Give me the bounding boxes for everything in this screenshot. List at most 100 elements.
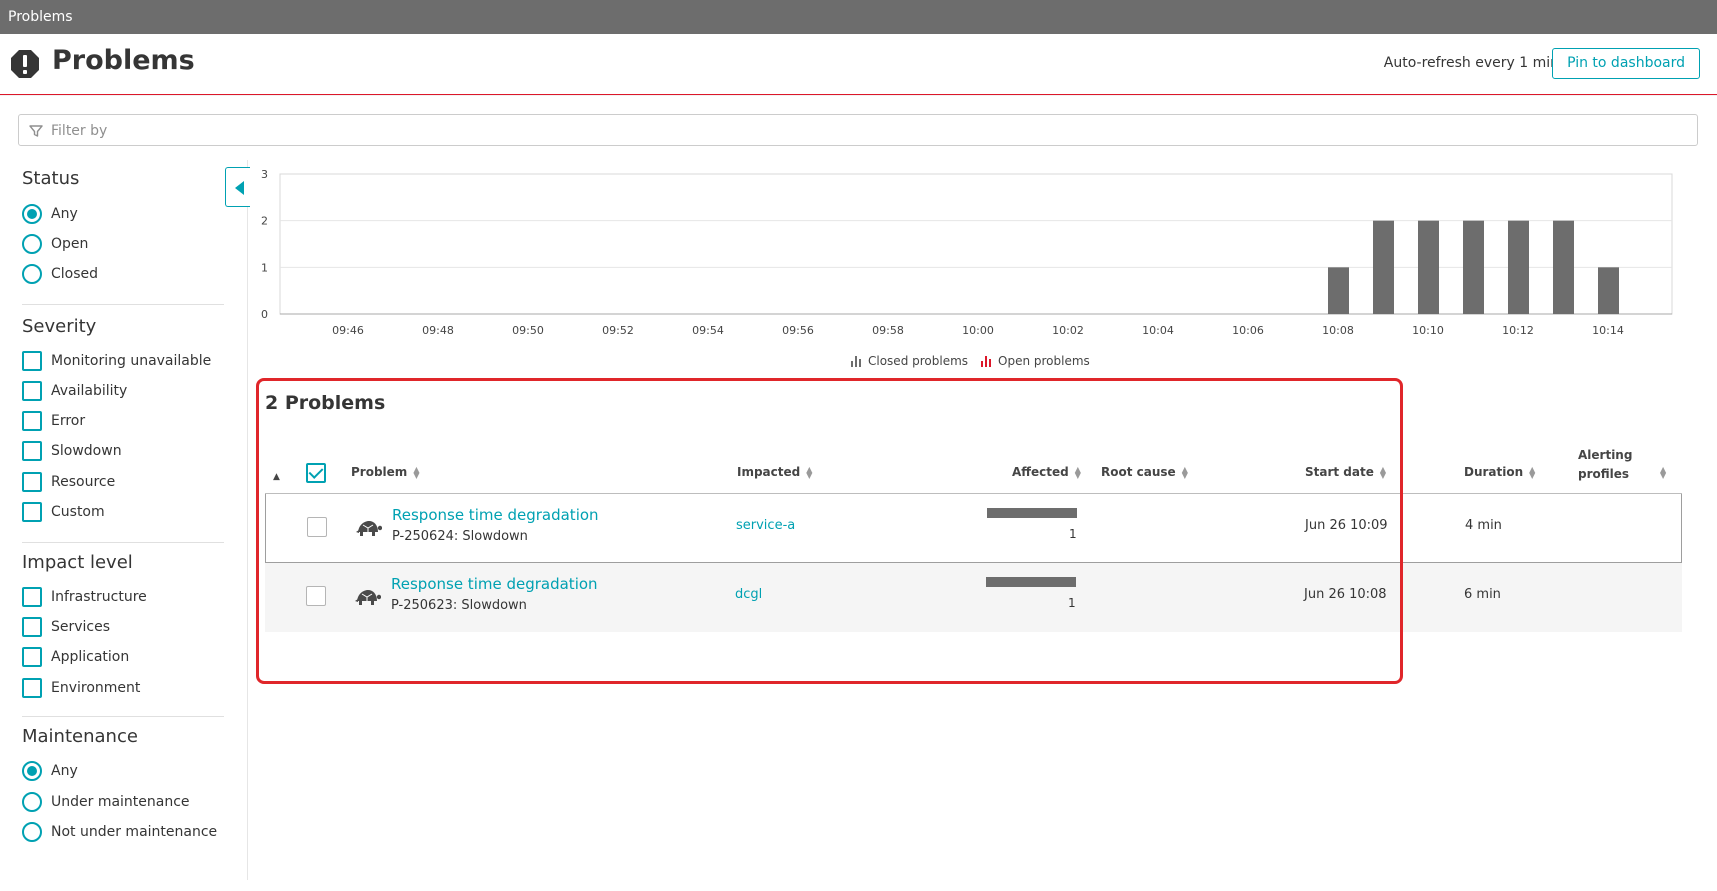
window-titlebar: Problems [0, 0, 1717, 34]
option-label: Services [51, 619, 111, 635]
open-problems-legend-icon [981, 355, 991, 367]
status-option-closed[interactable]: Closed [22, 263, 98, 285]
checkbox[interactable] [22, 351, 42, 371]
closed-problems-bar [1418, 220, 1439, 314]
column-label: profiles [1578, 467, 1630, 481]
divider [22, 716, 224, 717]
status-option-open[interactable]: Open [22, 233, 88, 255]
option-label: Not under maintenance [51, 824, 218, 840]
x-tick-label: 09:48 [422, 324, 454, 337]
legend-open-label: Open problems [998, 354, 1090, 368]
impact-option-environment[interactable]: Environment [22, 677, 140, 699]
alerting-sort-icon[interactable]: ▲ ▼ [1660, 465, 1666, 479]
severity-option-custom[interactable]: Custom [22, 501, 105, 523]
radio[interactable] [22, 792, 42, 812]
closed-problems-bar [1508, 220, 1529, 314]
filter-placeholder: Filter by [51, 123, 108, 139]
impact-option-application[interactable]: Application [22, 646, 129, 668]
option-label: Environment [51, 680, 141, 696]
filter-input[interactable]: Filter by [18, 114, 1698, 146]
severity-option-monitoring-unavailable[interactable]: Monitoring unavailable [22, 350, 211, 372]
radio[interactable] [22, 264, 42, 284]
checkbox[interactable] [22, 587, 42, 607]
maintenance-option-not-under[interactable]: Not under maintenance [22, 821, 217, 843]
impact-option-infrastructure[interactable]: Infrastructure [22, 586, 147, 608]
page-header: Problems Auto-refresh every 1 min Pin to… [0, 34, 1717, 95]
checkbox[interactable] [22, 441, 42, 461]
duration: 4 min [1465, 518, 1502, 533]
x-tick-label: 10:08 [1322, 324, 1354, 337]
y-tick-label: 2 [261, 215, 268, 228]
status-section-title: Status [22, 168, 80, 189]
x-tick-label: 09:46 [332, 324, 364, 337]
x-tick-label: 09:50 [512, 324, 544, 337]
checkbox[interactable] [22, 381, 42, 401]
filter-sidebar: Status Any Open Closed Severity Monitori… [0, 160, 248, 880]
maintenance-option-any[interactable]: Any [22, 760, 78, 782]
option-label: Custom [51, 504, 105, 520]
x-tick-label: 10:04 [1142, 324, 1174, 337]
x-tick-label: 09:58 [872, 324, 904, 337]
status-option-any[interactable]: Any [22, 203, 78, 225]
x-tick-label: 10:06 [1232, 324, 1264, 337]
x-tick-label: 09:54 [692, 324, 724, 337]
divider [22, 542, 224, 543]
duration: 6 min [1464, 587, 1501, 602]
option-label: Application [51, 649, 130, 665]
column-header-duration[interactable]: Duration ▲ ▼ [1464, 465, 1535, 479]
option-label: Resource [51, 474, 116, 490]
problem-alert-icon [11, 50, 39, 78]
x-tick-label: 10:12 [1502, 324, 1534, 337]
severity-option-resource[interactable]: Resource [22, 471, 115, 493]
checkbox[interactable] [22, 678, 42, 698]
pin-to-dashboard-button[interactable]: Pin to dashboard [1552, 48, 1700, 79]
severity-option-slowdown[interactable]: Slowdown [22, 440, 122, 462]
auto-refresh-label: Auto-refresh every 1 min [1383, 55, 1559, 71]
x-tick-label: 10:14 [1592, 324, 1624, 337]
option-label: Availability [51, 383, 128, 399]
impact-level-section-title: Impact level [22, 552, 133, 573]
maintenance-section-title: Maintenance [22, 726, 138, 747]
radio[interactable] [22, 822, 42, 842]
radio-selected[interactable] [22, 761, 42, 781]
option-label: Any [51, 763, 78, 779]
checkbox[interactable] [22, 502, 42, 522]
radio[interactable] [22, 234, 42, 254]
y-tick-label: 0 [261, 308, 268, 321]
severity-option-availability[interactable]: Availability [22, 380, 127, 402]
column-label: Duration [1464, 465, 1524, 479]
option-label: Infrastructure [51, 589, 147, 605]
option-label: Monitoring unavailable [51, 353, 212, 369]
closed-problems-bar [1373, 220, 1394, 314]
checkbox[interactable] [22, 617, 42, 637]
window-title: Problems [8, 9, 73, 25]
closed-problems-bar [1328, 267, 1349, 314]
option-label: Open [51, 236, 89, 252]
severity-option-error[interactable]: Error [22, 410, 85, 432]
y-tick-label: 1 [261, 261, 268, 274]
closed-problems-bar [1598, 267, 1619, 314]
y-tick-label: 3 [261, 168, 268, 181]
option-label: Under maintenance [51, 794, 190, 810]
legend-closed[interactable]: Closed problems [851, 354, 968, 368]
checkbox[interactable] [22, 647, 42, 667]
highlight-annotation-box [256, 378, 1403, 684]
collapse-sidebar-button[interactable] [225, 167, 250, 207]
sort-icon: ▲ ▼ [1529, 464, 1536, 480]
closed-problems-bar [1553, 220, 1574, 314]
option-label: Any [51, 206, 78, 222]
problems-chart: 0 1 2 3 09:46 09:48 09:50 09:52 09:54 09:56 09:58 1… [250, 166, 1680, 378]
checkbox[interactable] [22, 411, 42, 431]
closed-problems-bar [1463, 220, 1484, 314]
maintenance-option-under[interactable]: Under maintenance [22, 791, 190, 813]
x-tick-label: 09:56 [782, 324, 814, 337]
closed-problems-legend-icon [851, 355, 861, 367]
x-tick-label: 10:00 [962, 324, 994, 337]
legend-open[interactable]: Open problems [981, 354, 1090, 368]
column-header-alerting-profiles[interactable]: Alerting profiles [1578, 446, 1632, 484]
filter-icon [29, 125, 43, 137]
impact-option-services[interactable]: Services [22, 616, 110, 638]
problems-chart-svg: 0 1 2 3 09:46 09:48 09:50 09:52 09:54 09:56 09:58 1… [261, 168, 1673, 337]
radio-selected[interactable] [22, 204, 42, 224]
checkbox[interactable] [22, 472, 42, 492]
